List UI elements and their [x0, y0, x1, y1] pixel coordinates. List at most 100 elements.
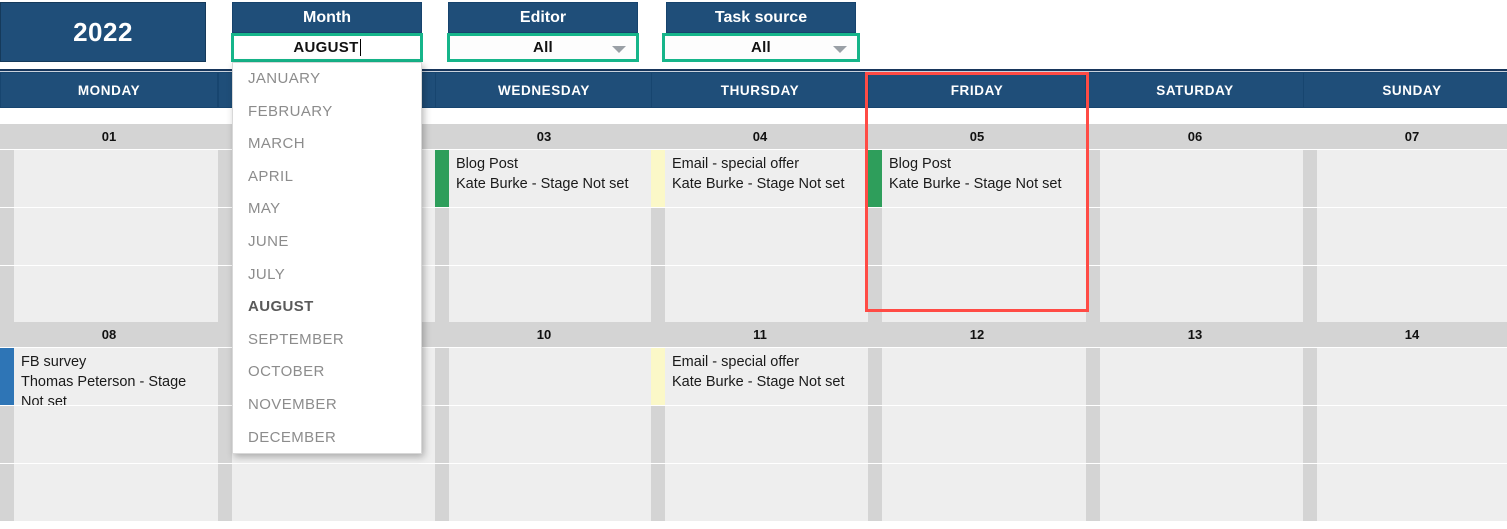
filter-editor-title-label: Editor — [519, 8, 567, 26]
date-strip: 08 — [0, 322, 218, 348]
task-body — [1317, 406, 1507, 463]
day-header-label: WEDNESDAY — [498, 82, 590, 98]
day-cell[interactable]: 08 FB survey Thomas Peterson - Stage Not s… — [0, 322, 218, 522]
month-option-september[interactable]: SEPTEMBER — [233, 324, 421, 357]
empty-task-slot[interactable] — [218, 464, 436, 522]
empty-task-slot[interactable] — [1086, 348, 1304, 406]
empty-task-slot[interactable] — [1086, 406, 1304, 464]
task-slots — [0, 150, 218, 324]
empty-task-slot[interactable] — [868, 208, 1086, 266]
date-number: 14 — [1404, 327, 1420, 342]
empty-task-slot[interactable] — [651, 208, 869, 266]
chevron-down-icon[interactable] — [612, 45, 626, 53]
task-body — [882, 208, 1086, 265]
slot-gutter — [0, 150, 14, 207]
empty-task-slot[interactable] — [1086, 464, 1304, 522]
month-option-june[interactable]: JUNE — [233, 226, 421, 259]
task-body: Blog Post Kate Burke - Stage Not set — [449, 150, 653, 207]
month-option-may[interactable]: MAY — [233, 193, 421, 226]
day-cell[interactable]: 04 Email - special offer Kate Burke - Stag… — [651, 124, 869, 324]
month-option-july[interactable]: JULY — [233, 259, 421, 292]
task-entry[interactable]: Email - special offer Kate Burke - Stage … — [651, 348, 869, 406]
month-option-february[interactable]: FEBRUARY — [233, 96, 421, 129]
chevron-down-icon[interactable] — [833, 45, 847, 53]
task-body — [14, 464, 218, 521]
calendar-column-saturday: SATURDAY — [1086, 72, 1304, 108]
empty-task-slot[interactable] — [1303, 348, 1507, 406]
task-entry[interactable]: Blog Post Kate Burke - Stage Not set — [868, 150, 1086, 208]
task-body — [14, 266, 218, 323]
month-dropdown-list[interactable]: JANUARY FEBRUARY MARCH APRIL MAY JUNE JULY AUGU… — [232, 62, 422, 454]
day-cell[interactable]: 14 — [1303, 322, 1507, 522]
day-cell[interactable]: 06 — [1086, 124, 1304, 324]
empty-task-slot[interactable] — [1086, 150, 1304, 208]
task-body — [665, 406, 869, 463]
empty-task-slot[interactable] — [1086, 208, 1304, 266]
task-color-bar — [0, 348, 14, 405]
empty-task-slot[interactable] — [651, 266, 869, 324]
empty-task-slot[interactable] — [651, 406, 869, 464]
month-option-january[interactable]: JANUARY — [233, 63, 421, 96]
empty-task-slot[interactable] — [0, 150, 218, 208]
empty-task-slot[interactable] — [435, 464, 653, 522]
empty-task-slot[interactable] — [868, 266, 1086, 324]
day-cell[interactable]: 13 — [1086, 322, 1304, 522]
empty-task-slot[interactable] — [0, 208, 218, 266]
month-option-october[interactable]: OCTOBER — [233, 356, 421, 389]
slot-gutter — [868, 464, 882, 521]
empty-task-slot[interactable] — [1303, 464, 1507, 522]
empty-task-slot[interactable] — [435, 266, 653, 324]
empty-task-slot[interactable] — [1303, 150, 1507, 208]
empty-task-slot[interactable] — [1086, 266, 1304, 324]
day-cell[interactable]: 05 Blog Post Kate Burke - Stage Not set — [868, 124, 1086, 324]
month-input[interactable]: AUGUST — [231, 33, 423, 62]
task-title: Email - special offer — [672, 156, 800, 172]
empty-task-slot[interactable] — [435, 208, 653, 266]
empty-task-slot[interactable] — [435, 348, 653, 406]
month-option-march[interactable]: MARCH — [233, 128, 421, 161]
task-body — [14, 150, 218, 207]
empty-task-slot[interactable] — [1303, 208, 1507, 266]
day-cell[interactable]: 10 — [435, 322, 653, 522]
task-body — [1100, 150, 1304, 207]
task-source-select[interactable]: All — [662, 33, 860, 62]
editor-select-value: All — [532, 39, 554, 56]
slot-gutter — [218, 208, 232, 265]
task-entry[interactable]: FB survey Thomas Peterson - Stage Not set — [0, 348, 218, 406]
day-cell[interactable]: 11 Email - special offer Kate Burke - Stag… — [651, 322, 869, 522]
task-slots — [435, 348, 653, 522]
empty-task-slot[interactable] — [0, 266, 218, 324]
task-title: Blog Post — [889, 156, 952, 172]
slot-gutter — [1303, 208, 1317, 265]
task-detail: Kate Burke - Stage Not set — [672, 374, 845, 390]
calendar-column-sunday: SUNDAY — [1303, 72, 1507, 108]
day-cell[interactable]: 01 — [0, 124, 218, 324]
date-number: 04 — [752, 129, 768, 144]
day-header-saturday: SATURDAY — [1086, 72, 1304, 108]
filter-toolbar: 2022 Month AUGUST Editor All Task source — [0, 0, 1507, 72]
month-option-december[interactable]: DECEMBER — [233, 422, 421, 453]
month-option-august[interactable]: AUGUST — [233, 291, 421, 324]
empty-task-slot[interactable] — [868, 348, 1086, 406]
month-option-november[interactable]: NOVEMBER — [233, 389, 421, 422]
empty-task-slot[interactable] — [651, 464, 869, 522]
task-entry[interactable]: Email - special offer Kate Burke - Stage … — [651, 150, 869, 208]
day-cell[interactable]: 07 — [1303, 124, 1507, 324]
empty-task-slot[interactable] — [1303, 266, 1507, 324]
empty-task-slot[interactable] — [868, 406, 1086, 464]
editor-select[interactable]: All — [447, 33, 639, 62]
empty-task-slot[interactable] — [868, 464, 1086, 522]
empty-task-slot[interactable] — [0, 406, 218, 464]
empty-task-slot[interactable] — [0, 464, 218, 522]
date-strip: 04 — [651, 124, 869, 150]
day-cell[interactable]: 03 Blog Post Kate Burke - Stage Not set — [435, 124, 653, 324]
month-option-april[interactable]: APRIL — [233, 161, 421, 194]
task-body — [1317, 464, 1507, 521]
date-number: 10 — [536, 327, 552, 342]
task-entry[interactable]: Blog Post Kate Burke - Stage Not set — [435, 150, 653, 208]
empty-task-slot[interactable] — [435, 406, 653, 464]
task-color-bar — [435, 150, 449, 207]
day-header-sunday: SUNDAY — [1303, 72, 1507, 108]
empty-task-slot[interactable] — [1303, 406, 1507, 464]
day-cell[interactable]: 12 — [868, 322, 1086, 522]
